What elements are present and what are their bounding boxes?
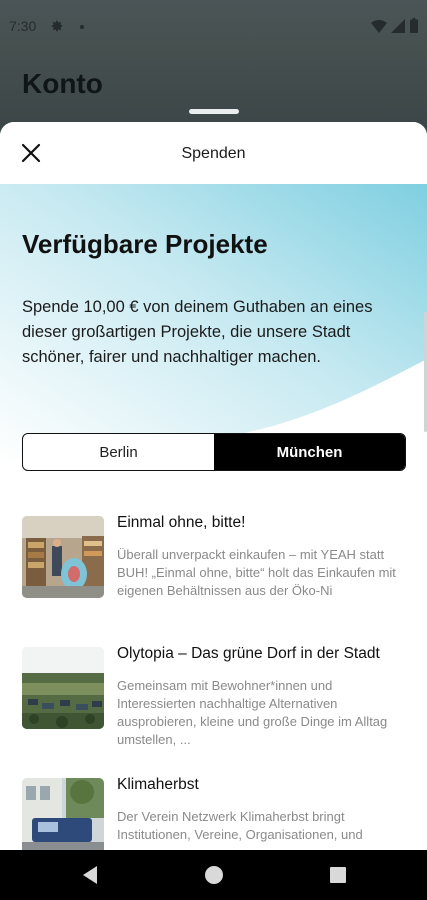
project-description: Überall unverpackt einkaufen – mit YEAH … — [117, 547, 396, 598]
project-title: Einmal ohne, bitte! — [117, 514, 246, 531]
project-thumbnail — [22, 778, 104, 850]
hero-text: Spende 10,00 € von deinem Guthaben an ei… — [22, 298, 373, 366]
notification-dot — [80, 25, 84, 29]
city-option-berlin[interactable]: Berlin — [23, 434, 214, 470]
battery-icon — [410, 18, 418, 33]
background-screen-header: Konto — [0, 48, 427, 128]
project-thumbnail — [22, 516, 104, 598]
project-item[interactable]: Einmal ohne, bitte! Überall unverpackt e… — [22, 512, 407, 632]
sheet-drag-handle[interactable] — [189, 109, 239, 114]
street-scene-image — [22, 778, 104, 850]
project-title: Klimaherbst — [117, 776, 199, 793]
hero-section: Verfügbare Projekte Spende 10,00 € von d… — [0, 184, 427, 474]
sheet-title: Spenden — [181, 145, 246, 162]
home-icon[interactable] — [205, 866, 223, 884]
sheet-header: Spenden — [0, 122, 427, 184]
wifi-icon — [371, 19, 387, 33]
recents-icon[interactable] — [330, 867, 346, 883]
project-item[interactable]: Olytopia – Das grüne Dorf in der Stadt G… — [22, 643, 407, 763]
project-description: Der Verein Netzwerk Klimaherbst bringt I… — [117, 809, 363, 842]
city-option-muenchen[interactable]: München — [214, 434, 405, 470]
status-bar: 7:30 — [0, 0, 427, 48]
back-icon[interactable] — [80, 864, 100, 886]
shop-interior-image — [22, 516, 104, 598]
system-nav-bar — [0, 850, 427, 900]
project-title: Olytopia – Das grüne Dorf in der Stadt — [117, 645, 380, 662]
city-toggle: Berlin München — [22, 433, 406, 471]
project-description: Gemeinsam mit Bewohner*innen und Interes… — [117, 678, 388, 747]
signal-icon — [391, 19, 405, 33]
project-item[interactable]: Klimaherbst Der Verein Netzwerk Klimaher… — [22, 774, 407, 850]
settings-icon — [51, 20, 63, 32]
project-thumbnail — [22, 647, 104, 729]
background-screen-title: Konto — [22, 68, 103, 99]
village-aerial-image — [22, 647, 104, 729]
status-time: 7:30 — [9, 18, 37, 34]
donate-sheet: Spenden Verfügbare Projekte Spende 10,00… — [0, 122, 427, 850]
hero-heading: Verfügbare Projekte — [22, 229, 268, 259]
